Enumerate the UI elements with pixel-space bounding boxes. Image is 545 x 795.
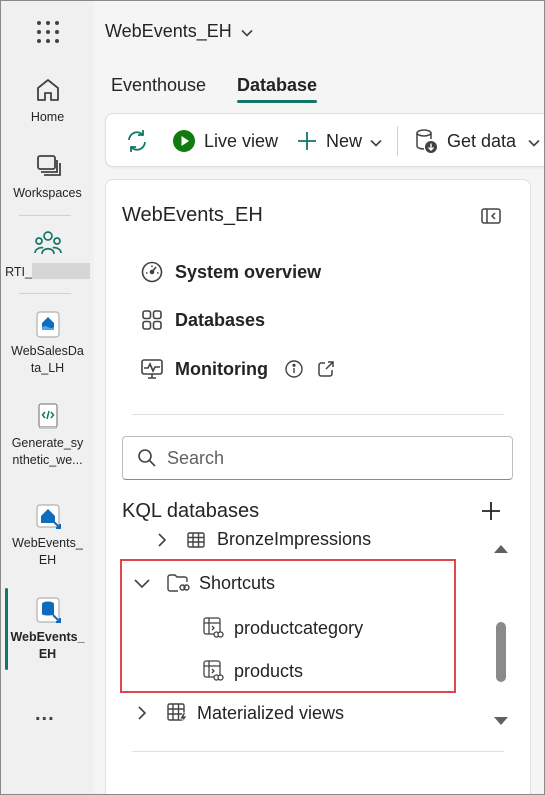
- new-button[interactable]: New: [296, 114, 384, 168]
- rail-label-websalesdata-2: ta_LH: [30, 361, 65, 375]
- app-launcher-icon[interactable]: [37, 21, 59, 43]
- more-icon[interactable]: ...: [35, 703, 55, 726]
- tab-eventhouse[interactable]: Eventhouse: [111, 75, 206, 96]
- refresh-icon: [128, 130, 146, 152]
- tree-label-products: products: [234, 660, 304, 681]
- nav-monitoring[interactable]: Monitoring: [140, 357, 347, 381]
- rail-label-webevents-db-2: EH: [38, 647, 57, 661]
- kql-database-icon: [35, 597, 61, 623]
- add-database-icon[interactable]: [480, 500, 502, 522]
- home-icon: [36, 79, 59, 101]
- new-label: New: [326, 130, 363, 151]
- search-icon: [138, 449, 156, 467]
- tab-database[interactable]: Database: [237, 75, 317, 96]
- rail-label-webevents-db-1: WebEvents_: [10, 630, 85, 644]
- shortcut-table-icon: [203, 660, 224, 681]
- tree-item-bronzeimpressions[interactable]: BronzeImpressions: [152, 529, 371, 550]
- open-external-icon[interactable]: [316, 359, 336, 379]
- rail-label-generate-2: nthetic_we...: [12, 453, 83, 467]
- plus-icon: [298, 132, 316, 150]
- tree-label-bronzeimpressions: BronzeImpressions: [217, 529, 372, 549]
- grid-icon: [142, 310, 162, 330]
- tree-item-materialized-views[interactable]: Materialized views: [132, 702, 344, 724]
- info-icon[interactable]: [284, 359, 304, 379]
- live-view-label: Live view: [204, 130, 279, 151]
- explorer-panel: WebEvents_EH System overview Databases M…: [105, 179, 531, 794]
- tree-item-shortcuts[interactable]: Shortcuts: [132, 572, 275, 594]
- rail-label-workspaces: Workspaces: [13, 186, 82, 200]
- shortcut-table-icon: [203, 617, 224, 638]
- chevron-right-icon[interactable]: [152, 532, 172, 548]
- scrollbar-thumb[interactable]: [496, 622, 506, 682]
- chevron-right-icon[interactable]: [132, 705, 152, 721]
- workspaces-icon: [36, 155, 61, 176]
- chevron-down-icon[interactable]: [132, 577, 152, 589]
- chevron-down-icon[interactable]: [239, 25, 255, 41]
- panel-divider: [132, 414, 504, 415]
- chevron-down-icon: [370, 139, 382, 147]
- materialized-view-icon: [167, 703, 188, 724]
- app-window: Home Workspaces RTI_ WebSalesDa ta_LH Ge…: [0, 0, 545, 795]
- rti-workspace-icon: [33, 231, 62, 255]
- nav-label-databases: Databases: [175, 309, 266, 330]
- panel-divider: [132, 751, 504, 752]
- chevron-down-icon: [528, 139, 540, 147]
- live-view-button[interactable]: Live view: [172, 114, 278, 168]
- monitor-icon: [141, 359, 163, 379]
- left-rail: Home Workspaces RTI_ WebSalesDa ta_LH Ge…: [1, 1, 94, 794]
- tree-label-materialized-views: Materialized views: [197, 702, 345, 723]
- rail-divider: [19, 293, 71, 294]
- rail-label-websalesdata-1: WebSalesDa: [11, 344, 84, 358]
- workspace-title[interactable]: WebEvents_EH: [105, 21, 232, 42]
- tree-item-products[interactable]: products: [202, 659, 303, 683]
- rail-item-webevents-database[interactable]: WebEvents_ EH: [1, 595, 94, 663]
- rail-item-websalesdata-lh[interactable]: WebSalesDa ta_LH: [1, 309, 94, 377]
- play-icon: [173, 130, 195, 152]
- rail-item-webevents-eventhouse[interactable]: WebEvents_ EH: [1, 501, 94, 569]
- database-download-icon: [416, 129, 437, 153]
- scroll-down-arrow-icon[interactable]: [492, 714, 510, 728]
- rail-divider: [19, 215, 71, 216]
- rail-item-generate-notebook[interactable]: Generate_sy nthetic_we...: [1, 401, 94, 469]
- rail-label-webevents-1: WebEvents_: [12, 536, 83, 550]
- redacted-text: [31, 263, 90, 279]
- eventhouse-icon: [35, 504, 61, 529]
- gauge-icon: [141, 261, 163, 283]
- tree-item-productcategory[interactable]: productcategory: [202, 616, 363, 640]
- rail-label-generate-1: Generate_sy: [11, 436, 84, 450]
- nav-label-system-overview: System overview: [175, 261, 322, 282]
- get-data-label: Get data: [447, 130, 517, 151]
- collapse-pane-icon[interactable]: [480, 206, 502, 226]
- search-input[interactable]: [167, 447, 487, 469]
- toolbar-divider: [397, 126, 398, 156]
- tree-label-shortcuts: Shortcuts: [199, 572, 276, 593]
- scroll-up-arrow-icon[interactable]: [492, 542, 510, 556]
- nav-label-monitoring: Monitoring: [175, 358, 268, 379]
- rail-item-rti[interactable]: RTI_: [1, 229, 94, 281]
- panel-title: WebEvents_EH: [122, 204, 263, 226]
- notebook-icon: [37, 403, 58, 429]
- rail-label-webevents-2: EH: [38, 553, 57, 567]
- rail-item-home[interactable]: Home: [1, 75, 94, 126]
- search-box[interactable]: [122, 436, 513, 480]
- rail-item-workspaces[interactable]: Workspaces: [1, 151, 94, 202]
- rail-label-home: Home: [30, 110, 65, 124]
- toolbar: Live view New Get data: [105, 113, 544, 168]
- get-data-button[interactable]: Get data: [413, 114, 542, 168]
- refresh-button[interactable]: [124, 114, 150, 168]
- lakehouse-icon: [35, 311, 60, 338]
- nav-databases[interactable]: Databases: [140, 308, 265, 332]
- rail-label-rti: RTI_: [5, 263, 90, 279]
- nav-system-overview[interactable]: System overview: [140, 260, 321, 284]
- active-tab-indicator: [237, 100, 317, 103]
- table-icon: [187, 531, 205, 548]
- kql-databases-title: KQL databases: [122, 500, 260, 522]
- tree-label-productcategory: productcategory: [234, 617, 364, 638]
- shortcut-folder-icon: [167, 574, 190, 592]
